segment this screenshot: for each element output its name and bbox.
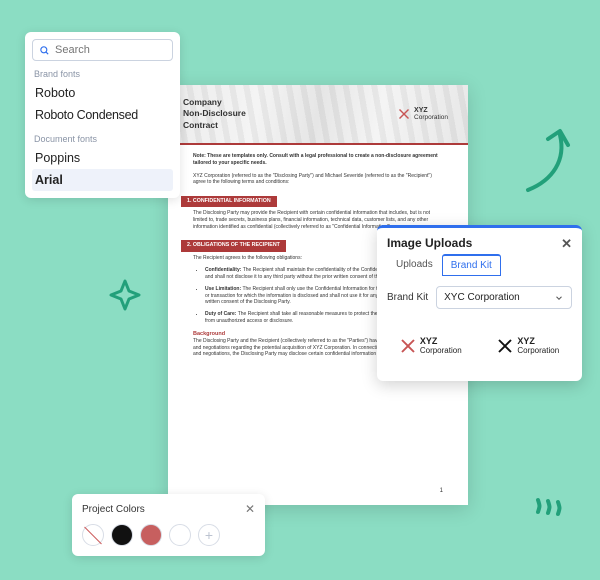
project-colors-panel: Project Colors ✕ +	[72, 494, 265, 556]
page-number: 1	[440, 487, 443, 495]
close-icon[interactable]: ✕	[561, 237, 572, 250]
document-header: Company Non-Disclosure Contract XYZCorpo…	[168, 85, 468, 145]
document-intro: XYZ Corporation (referred to as the "Dis…	[193, 173, 443, 187]
chevron-down-icon	[554, 293, 564, 303]
swatch-row: +	[82, 524, 255, 546]
font-item-poppins[interactable]: Poppins	[32, 147, 173, 169]
image-uploads-panel: Image Uploads ✕ Uploads Brand Kit Brand …	[377, 225, 582, 381]
font-section-document: Document fonts	[34, 134, 173, 144]
font-search[interactable]	[32, 39, 173, 61]
document-title-line: Non-Disclosure	[183, 108, 246, 119]
swatch-white[interactable]	[169, 524, 191, 546]
section-heading-1: 1. CONFIDENTIAL INFORMATION	[181, 196, 277, 207]
font-panel: Brand fonts Roboto Roboto Condensed Docu…	[25, 32, 180, 198]
tab-uploads[interactable]: Uploads	[387, 254, 442, 276]
logo-tile-black[interactable]: XYZCorporation	[485, 323, 573, 369]
document-header-logo: XYZCorporation	[398, 107, 448, 121]
arrow-decoration	[518, 125, 578, 195]
uploads-tabs: Uploads Brand Kit	[377, 254, 582, 276]
font-search-input[interactable]	[55, 44, 166, 56]
font-section-brand: Brand fonts	[34, 69, 173, 79]
brandkit-label: Brand Kit	[387, 292, 428, 303]
swatch-none[interactable]	[82, 524, 104, 546]
font-item-arial[interactable]: Arial	[32, 169, 173, 191]
tab-brand-kit[interactable]: Brand Kit	[442, 254, 501, 276]
font-item-roboto[interactable]: Roboto	[32, 82, 173, 104]
brandkit-selected-value: XYC Corporation	[444, 292, 520, 303]
lines-decoration	[534, 496, 564, 522]
section-heading-2: 2. OBLIGATIONS OF THE RECIPIENT	[181, 240, 286, 251]
close-icon[interactable]: ✕	[245, 502, 255, 516]
document-title: Company Non-Disclosure Contract	[183, 97, 246, 131]
logo-text: XYZCorporation	[420, 337, 462, 355]
x-mark-icon	[398, 108, 410, 120]
project-colors-title: Project Colors	[82, 504, 145, 515]
search-icon	[39, 45, 50, 56]
swatch-add[interactable]: +	[198, 524, 220, 546]
logo-text: XYZCorporation	[517, 337, 559, 355]
swatch-black[interactable]	[111, 524, 133, 546]
swatch-red[interactable]	[140, 524, 162, 546]
x-mark-icon	[497, 338, 513, 354]
x-mark-icon	[400, 338, 416, 354]
document-title-line: Contract	[183, 120, 246, 131]
font-item-roboto-condensed[interactable]: Roboto Condensed	[32, 104, 173, 126]
brandkit-select[interactable]: XYC Corporation	[436, 286, 572, 309]
uploads-title: Image Uploads	[387, 236, 472, 250]
document-title-line: Company	[183, 97, 246, 108]
logo-tile-red[interactable]: XYZCorporation	[387, 323, 475, 369]
logo-grid: XYZCorporation XYZCorporation	[377, 315, 582, 371]
document-note: Note: These are templates only. Consult …	[193, 153, 443, 167]
sparkle-decoration	[108, 278, 142, 312]
